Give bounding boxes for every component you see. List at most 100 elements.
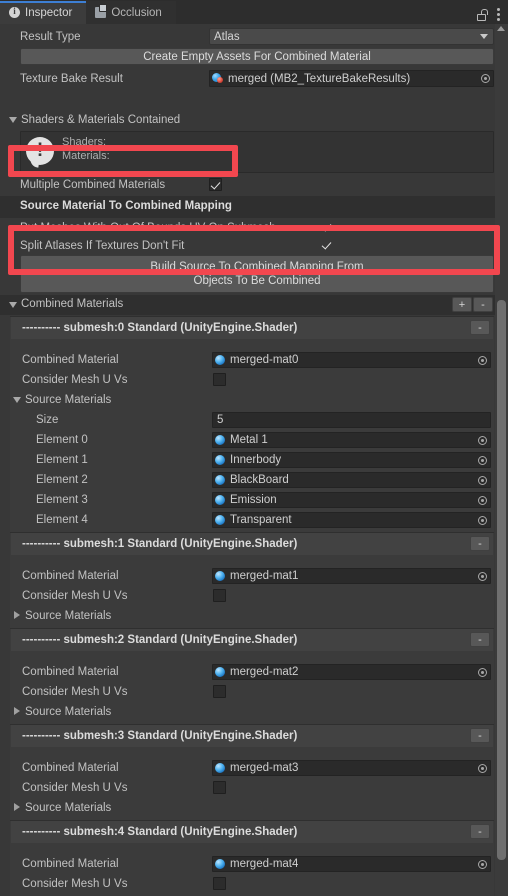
submesh-0-element-4-label: Element 4 (36, 514, 88, 526)
submesh-4-combined-material-field[interactable]: merged-mat4 (212, 856, 491, 872)
split-atlases-checkbox[interactable] (321, 239, 334, 252)
occlusion-icon (95, 4, 108, 18)
object-picker-icon[interactable] (475, 433, 490, 447)
object-picker-icon[interactable] (475, 761, 490, 775)
multiple-combined-materials-label: Multiple Combined Materials (20, 179, 166, 191)
warning-icon (26, 137, 54, 165)
create-empty-assets-label: Create Empty Assets For Combined Materia… (143, 50, 371, 63)
material-icon (215, 435, 225, 445)
material-icon (215, 515, 225, 525)
oob-uv-submesh-checkbox[interactable] (321, 221, 334, 234)
result-type-label: Result Type (20, 31, 81, 43)
submesh-3-combined-material-label: Combined Material (22, 762, 119, 774)
source-material-mapping-label: Source Material To Combined Mapping (20, 200, 232, 212)
submesh-0-combined-material-field[interactable]: merged-mat0 (212, 352, 491, 368)
tab-inspector[interactable]: Inspector (0, 1, 87, 24)
submesh-0-size-input[interactable]: 5 (212, 412, 491, 428)
submesh-0-combined-material-value: merged-mat0 (230, 354, 299, 366)
texture-bake-result-label: Texture Bake Result (20, 73, 123, 85)
texture-bake-result-field[interactable]: merged (MB2_TextureBakeResults) (209, 70, 494, 87)
vertical-scrollbar[interactable] (495, 24, 508, 896)
build-mapping-line1: Build Source To Combined Mapping From (150, 261, 364, 273)
submesh-0-element-3-label: Element 3 (36, 494, 88, 506)
submesh-1-combined-material-field[interactable]: merged-mat1 (212, 568, 491, 584)
submesh-3-consider-uv-checkbox[interactable] (213, 781, 226, 794)
object-picker-icon[interactable] (475, 513, 490, 527)
inspector-body: Result Type Atlas Create Empty Assets Fo… (0, 24, 508, 896)
object-picker-icon[interactable] (475, 665, 490, 679)
submesh-0-remove-button[interactable]: - (470, 320, 490, 335)
scroll-up-arrow-icon[interactable] (497, 26, 505, 31)
submesh-0-element-0-value: Metal 1 (230, 434, 268, 446)
kebab-menu-icon[interactable] (497, 8, 500, 21)
materials-count-label: Materials: (62, 150, 110, 162)
submesh-3-source-materials-header[interactable]: Source Materials (0, 800, 508, 816)
submesh-0-element-0-field[interactable]: Metal 1 (212, 432, 491, 448)
texture-bake-result-value: merged (MB2_TextureBakeResults) (228, 72, 411, 85)
submesh-0-element-2-field[interactable]: BlackBoard (212, 472, 491, 488)
submesh-4-remove-button[interactable]: - (470, 824, 490, 839)
submesh-4-header: ---------- submesh:4 Standard (UnityEngi… (0, 824, 508, 840)
submesh-0-source-materials-label: Source Materials (25, 394, 112, 406)
submesh-0-source-materials-header[interactable]: Source Materials (0, 392, 508, 408)
submesh-2-combined-material-field[interactable]: merged-mat2 (212, 664, 491, 680)
submesh-1-consider-uv-label: Consider Mesh U Vs (22, 590, 128, 602)
object-picker-icon[interactable] (475, 569, 490, 583)
submesh-4-consider-uv-label: Consider Mesh U Vs (22, 878, 128, 890)
object-picker-icon[interactable] (475, 353, 490, 367)
multiple-combined-materials-checkbox[interactable] (209, 178, 222, 191)
object-picker-icon[interactable] (475, 857, 490, 871)
oob-uv-submesh-row[interactable]: Put Meshes With Out Of Bounds UV On Subm… (0, 220, 508, 236)
object-picker-icon[interactable] (475, 473, 490, 487)
combined-materials-add-label: + (458, 298, 466, 311)
submesh-0-element-1-value: Innerbody (230, 454, 282, 466)
submesh-4-consider-uv-checkbox[interactable] (213, 877, 226, 890)
submesh-3-remove-button[interactable]: - (470, 728, 490, 743)
object-picker-icon[interactable] (475, 453, 490, 467)
submesh-2-combined-material-label: Combined Material (22, 666, 119, 678)
submesh-0-consider-uv-label: Consider Mesh U Vs (22, 374, 128, 386)
submesh-0-combined-material-label: Combined Material (22, 354, 119, 366)
submesh-0-element-1-field[interactable]: Innerbody (212, 452, 491, 468)
build-source-to-combined-mapping-button[interactable]: Build Source To Combined Mapping From Ob… (20, 255, 494, 293)
submesh-0-header: ---------- submesh:0 Standard (UnityEngi… (0, 320, 508, 336)
material-icon (215, 571, 225, 581)
submesh-1-source-materials-label: Source Materials (25, 610, 112, 622)
submesh-2-header-label: ---------- submesh:2 Standard (UnityEngi… (22, 634, 298, 646)
multiple-combined-materials-row[interactable]: Multiple Combined Materials (0, 177, 508, 193)
result-type-dropdown[interactable]: Atlas (209, 28, 494, 45)
inspector-window: Inspector Occlusion Result Type Atlas Cr… (0, 0, 508, 896)
combined-materials-header[interactable]: Combined Materials (0, 296, 508, 312)
submesh-0-element-2-label: Element 2 (36, 474, 88, 486)
shaders-materials-contained-header[interactable]: Shaders & Materials Contained (0, 112, 508, 128)
submesh-2-consider-uv-checkbox[interactable] (213, 685, 226, 698)
submesh-2-remove-label: - (478, 633, 482, 646)
submesh-0-size-value: 5 (217, 414, 224, 426)
submesh-0-element-3-value: Emission (230, 494, 277, 506)
submesh-4-combined-material-value: merged-mat4 (230, 858, 299, 870)
object-picker-icon[interactable] (478, 72, 493, 86)
submesh-2-source-materials-header[interactable]: Source Materials (0, 704, 508, 720)
combined-materials-remove-label: - (481, 298, 485, 311)
scrollbar-thumb[interactable] (497, 300, 506, 860)
submesh-1-source-materials-header[interactable]: Source Materials (0, 608, 508, 624)
submesh-1-consider-uv-row: Consider Mesh U Vs (0, 588, 508, 604)
submesh-0-element-4-field[interactable]: Transparent (212, 512, 491, 528)
combined-materials-remove-button[interactable]: - (473, 297, 493, 312)
submesh-2-remove-button[interactable]: - (470, 632, 490, 647)
submesh-0-consider-uv-checkbox[interactable] (213, 373, 226, 386)
submesh-1-consider-uv-checkbox[interactable] (213, 589, 226, 602)
chevron-down-icon (480, 34, 488, 39)
submesh-0-element-1-label: Element 1 (36, 454, 88, 466)
object-picker-icon[interactable] (475, 493, 490, 507)
combined-materials-add-button[interactable]: + (452, 297, 472, 312)
split-atlases-row[interactable]: Split Atlases If Textures Don't Fit (0, 238, 508, 254)
result-type-value: Atlas (214, 30, 240, 43)
submesh-3-combined-material-field[interactable]: merged-mat3 (212, 760, 491, 776)
lock-open-icon[interactable] (477, 8, 488, 21)
submesh-0-header-label: ---------- submesh:0 Standard (UnityEngi… (22, 322, 298, 334)
create-empty-assets-button[interactable]: Create Empty Assets For Combined Materia… (20, 48, 494, 65)
submesh-1-remove-button[interactable]: - (470, 536, 490, 551)
submesh-0-element-3-field[interactable]: Emission (212, 492, 491, 508)
tab-occlusion[interactable]: Occlusion (86, 1, 176, 24)
